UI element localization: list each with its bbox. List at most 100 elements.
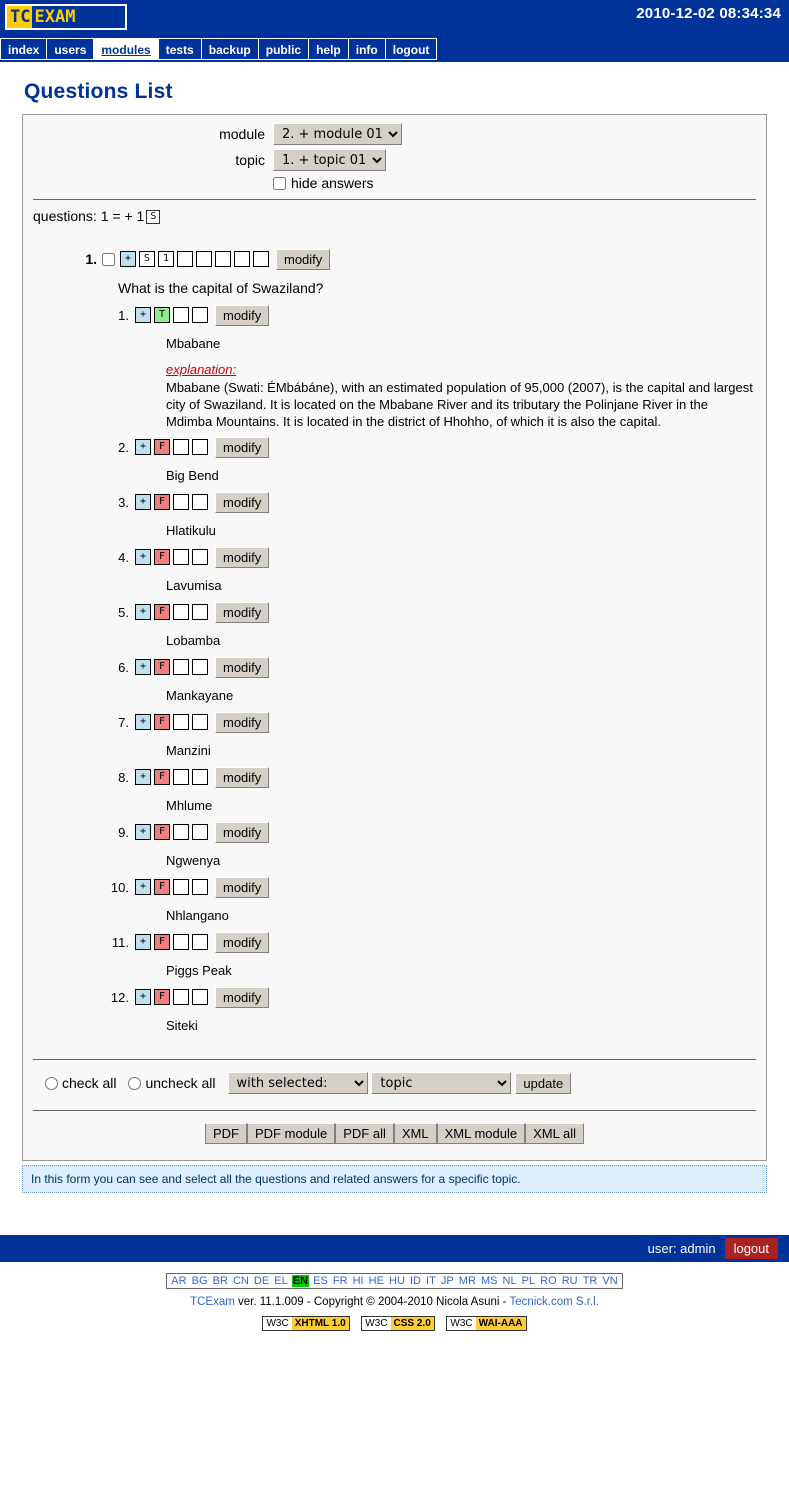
menu-item-modules[interactable]: modules	[94, 38, 159, 60]
answer-modify-button[interactable]: modify	[215, 436, 270, 458]
answer-flag-tile-2[interactable]	[192, 989, 208, 1006]
lang-br[interactable]: BR	[212, 1275, 229, 1287]
with-selected-select[interactable]: with selected:	[227, 1072, 368, 1095]
lang-pl[interactable]: PL	[521, 1275, 536, 1287]
answer-flag-tile-2[interactable]	[192, 494, 208, 511]
copyright-app-link[interactable]: TCExam	[190, 1296, 235, 1308]
menu-item-info[interactable]: info	[348, 38, 386, 60]
lang-en[interactable]: EN	[291, 1275, 310, 1288]
answer-modify-button[interactable]: modify	[215, 711, 270, 733]
answer-flag-tile-2[interactable]	[192, 549, 208, 566]
menu-item-index[interactable]: index	[0, 38, 48, 60]
answer-flag-tile-2[interactable]	[192, 439, 208, 456]
question-expand-plus-icon[interactable]: +	[120, 251, 136, 268]
lang-cn[interactable]: CN	[232, 1275, 250, 1287]
answer-modify-button[interactable]: modify	[215, 931, 270, 953]
answer-flag-tile-2[interactable]	[192, 879, 208, 896]
check-all-radio-wrap[interactable]: check all	[45, 1075, 116, 1091]
menu-item-users[interactable]: users	[47, 38, 95, 60]
answer-truefalse-tile[interactable]: F	[154, 549, 170, 566]
menu-item-help[interactable]: help	[309, 38, 349, 60]
lang-el[interactable]: EL	[273, 1275, 288, 1287]
target-select[interactable]: topic	[371, 1072, 512, 1095]
question-modify-button[interactable]: modify	[276, 248, 331, 270]
export-xml-all-button[interactable]: XML all	[525, 1123, 584, 1145]
answer-modify-button[interactable]: modify	[215, 601, 270, 623]
lang-ms[interactable]: MS	[480, 1275, 499, 1287]
answer-truefalse-tile[interactable]: F	[154, 934, 170, 951]
answer-flag-tile-1[interactable]	[173, 714, 189, 731]
lang-de[interactable]: DE	[253, 1275, 270, 1287]
export-pdf-all-button[interactable]: PDF all	[335, 1123, 394, 1145]
answer-modify-button[interactable]: modify	[215, 656, 270, 678]
check-all-radio[interactable]	[45, 1076, 58, 1090]
lang-es[interactable]: ES	[312, 1275, 329, 1287]
lang-mr[interactable]: MR	[458, 1275, 477, 1287]
answer-expand-plus-icon[interactable]: +	[135, 494, 151, 511]
answer-flag-tile-1[interactable]	[173, 989, 189, 1006]
copyright-company-link[interactable]: Tecnick.com S.r.l.	[509, 1296, 598, 1308]
topic-select[interactable]: 1. + topic 01	[273, 149, 386, 171]
answer-flag-tile-1[interactable]	[173, 879, 189, 896]
answer-truefalse-tile[interactable]: F	[154, 604, 170, 621]
answer-expand-plus-icon[interactable]: +	[135, 824, 151, 841]
answer-modify-button[interactable]: modify	[215, 986, 270, 1008]
answer-modify-button[interactable]: modify	[215, 304, 270, 326]
question-flag-tile-1[interactable]	[177, 251, 193, 268]
answer-flag-tile-2[interactable]	[192, 307, 208, 324]
answer-flag-tile-1[interactable]	[173, 549, 189, 566]
lang-id[interactable]: ID	[409, 1275, 422, 1287]
lang-bg[interactable]: BG	[191, 1275, 209, 1287]
answer-expand-plus-icon[interactable]: +	[135, 989, 151, 1006]
uncheck-all-radio-wrap[interactable]: uncheck all	[128, 1075, 216, 1091]
answer-modify-button[interactable]: modify	[215, 876, 270, 898]
lang-tr[interactable]: TR	[582, 1275, 599, 1287]
answer-flag-tile-2[interactable]	[192, 714, 208, 731]
answer-flag-tile-1[interactable]	[173, 824, 189, 841]
answer-flag-tile-2[interactable]	[192, 604, 208, 621]
question-flag-tile-5[interactable]	[253, 251, 269, 268]
answer-truefalse-tile[interactable]: F	[154, 879, 170, 896]
answer-truefalse-tile[interactable]: F	[154, 659, 170, 676]
lang-vn[interactable]: VN	[601, 1275, 618, 1287]
answer-modify-button[interactable]: modify	[215, 546, 270, 568]
answer-flag-tile-2[interactable]	[192, 824, 208, 841]
answer-modify-button[interactable]: modify	[215, 821, 270, 843]
module-select[interactable]: 2. + module 01	[273, 123, 402, 145]
lang-it[interactable]: IT	[425, 1275, 437, 1287]
answer-flag-tile-2[interactable]	[192, 659, 208, 676]
answer-flag-tile-2[interactable]	[192, 934, 208, 951]
answer-truefalse-tile[interactable]: F	[154, 494, 170, 511]
lang-hu[interactable]: HU	[388, 1275, 406, 1287]
lang-jp[interactable]: JP	[440, 1275, 455, 1287]
answer-truefalse-tile[interactable]: F	[154, 439, 170, 456]
question-type-tile[interactable]: S	[139, 251, 155, 268]
answer-flag-tile-1[interactable]	[173, 769, 189, 786]
answer-expand-plus-icon[interactable]: +	[135, 604, 151, 621]
w3c-css-badge[interactable]: W3C CSS 2.0	[361, 1316, 435, 1332]
answer-truefalse-tile[interactable]: F	[154, 989, 170, 1006]
answer-flag-tile-1[interactable]	[173, 439, 189, 456]
uncheck-all-radio[interactable]	[128, 1076, 142, 1090]
menu-item-tests[interactable]: tests	[158, 38, 202, 60]
question-flag-tile-2[interactable]	[196, 251, 212, 268]
answer-flag-tile-1[interactable]	[173, 934, 189, 951]
question-flag-tile-4[interactable]	[234, 251, 250, 268]
answer-flag-tile-1[interactable]	[173, 659, 189, 676]
answer-expand-plus-icon[interactable]: +	[135, 439, 151, 456]
answer-flag-tile-2[interactable]	[192, 769, 208, 786]
export-xml-button[interactable]: XML	[393, 1123, 437, 1145]
answer-flag-tile-1[interactable]	[173, 604, 189, 621]
lang-hi[interactable]: HI	[352, 1275, 365, 1287]
menu-item-logout[interactable]: logout	[385, 38, 438, 60]
answer-expand-plus-icon[interactable]: +	[135, 714, 151, 731]
answer-expand-plus-icon[interactable]: +	[135, 659, 151, 676]
answer-truefalse-tile[interactable]: T	[154, 307, 170, 324]
lang-nl[interactable]: NL	[502, 1275, 518, 1287]
answer-expand-plus-icon[interactable]: +	[135, 549, 151, 566]
export-pdf-module-button[interactable]: PDF module	[247, 1123, 336, 1145]
answer-flag-tile-1[interactable]	[173, 494, 189, 511]
menu-item-backup[interactable]: backup	[201, 38, 259, 60]
menu-item-public[interactable]: public	[258, 38, 310, 60]
export-pdf-button[interactable]: PDF	[205, 1123, 247, 1145]
